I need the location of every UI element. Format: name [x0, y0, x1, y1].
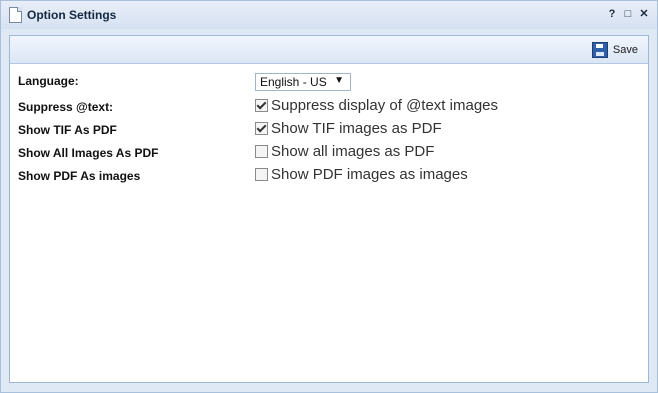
suppress-text-checkbox[interactable] — [255, 99, 268, 112]
close-icon[interactable]: ✕ — [638, 8, 650, 20]
option-settings-window: Option Settings ? □ ✕ Save Language: Eng… — [0, 0, 658, 393]
show-all-images-checkbox[interactable] — [255, 145, 268, 158]
help-icon[interactable]: ? — [606, 8, 618, 20]
show-pdf-checkbox[interactable] — [255, 168, 268, 181]
suppress-text-label: Suppress @text: — [18, 100, 114, 114]
save-button[interactable]: Save — [591, 40, 638, 59]
show-tif-label: Show TIF As PDF — [18, 123, 117, 137]
save-label: Save — [612, 43, 638, 56]
language-select[interactable]: English - US ▼ — [255, 73, 351, 91]
language-label: Language: — [18, 74, 79, 88]
show-all-images-description: Show all images as PDF — [271, 143, 435, 160]
show-tif-checkbox[interactable] — [255, 122, 268, 135]
dropdown-caret-icon: ▼ — [334, 75, 344, 86]
show-all-images-label: Show All Images As PDF — [18, 146, 159, 160]
suppress-text-description: Suppress display of @text images — [271, 97, 498, 114]
show-pdf-description: Show PDF images as images — [271, 166, 468, 183]
show-all-images-option[interactable]: Show all images as PDF — [255, 143, 434, 160]
document-icon — [9, 7, 22, 23]
language-value: English - US — [260, 75, 327, 89]
toolbar: Save — [10, 36, 648, 64]
show-pdf-option[interactable]: Show PDF images as images — [255, 166, 468, 183]
suppress-text-option[interactable]: Suppress display of @text images — [255, 97, 498, 114]
window-title: Option Settings — [27, 8, 117, 22]
show-tif-option[interactable]: Show TIF images as PDF — [255, 120, 442, 137]
show-pdf-label: Show PDF As images — [18, 169, 141, 183]
maximize-icon[interactable]: □ — [622, 8, 634, 20]
title-bar: Option Settings ? □ ✕ — [1, 1, 657, 29]
save-disk-icon — [591, 41, 608, 58]
settings-panel: Save Language: English - US ▼ Suppress @… — [9, 35, 649, 383]
show-tif-description: Show TIF images as PDF — [271, 120, 442, 137]
